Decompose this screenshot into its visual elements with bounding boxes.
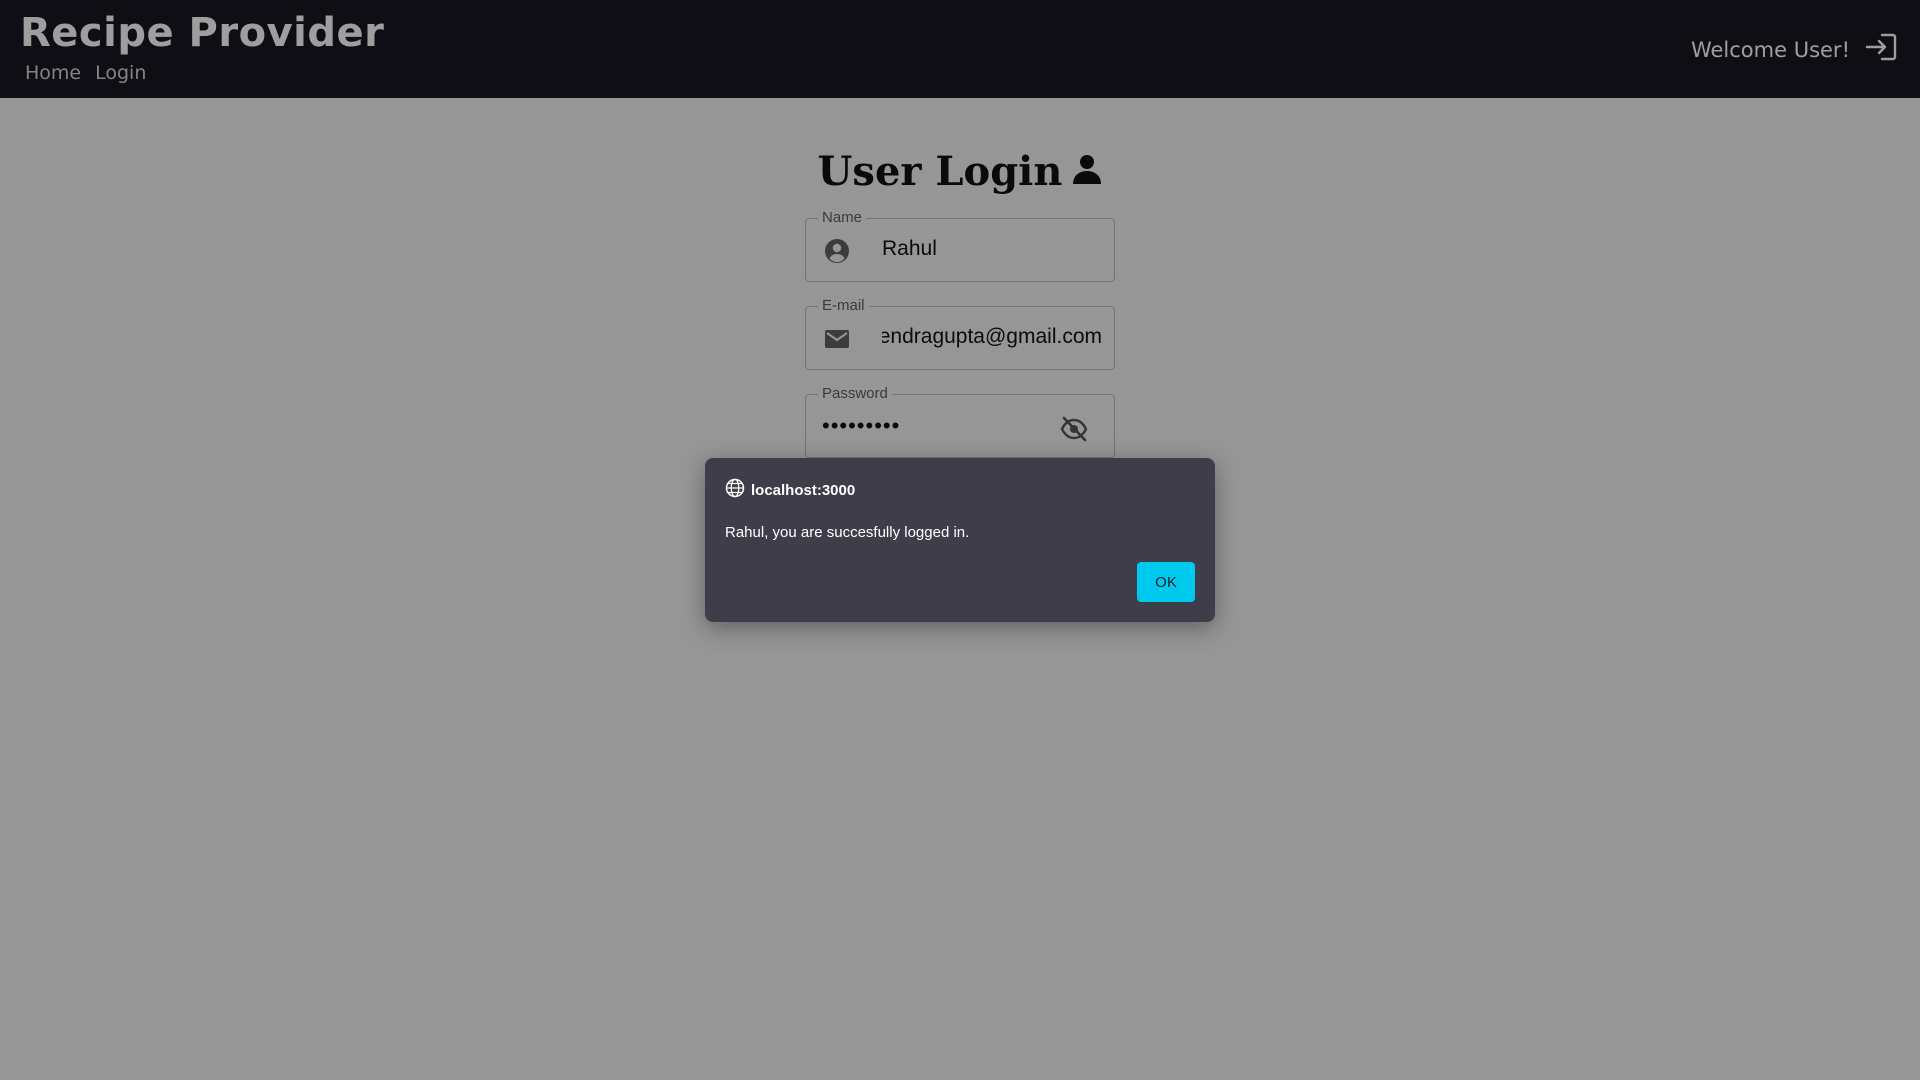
dialog-origin: localhost:3000 — [725, 478, 855, 502]
dialog-message: Rahul, you are succesfully logged in. — [725, 524, 970, 541]
alert-dialog: localhost:3000 Rahul, you are succesfull… — [705, 458, 1215, 622]
ok-button[interactable]: OK — [1137, 562, 1195, 602]
dialog-origin-text: localhost:3000 — [751, 481, 856, 499]
globe-icon — [725, 478, 745, 502]
